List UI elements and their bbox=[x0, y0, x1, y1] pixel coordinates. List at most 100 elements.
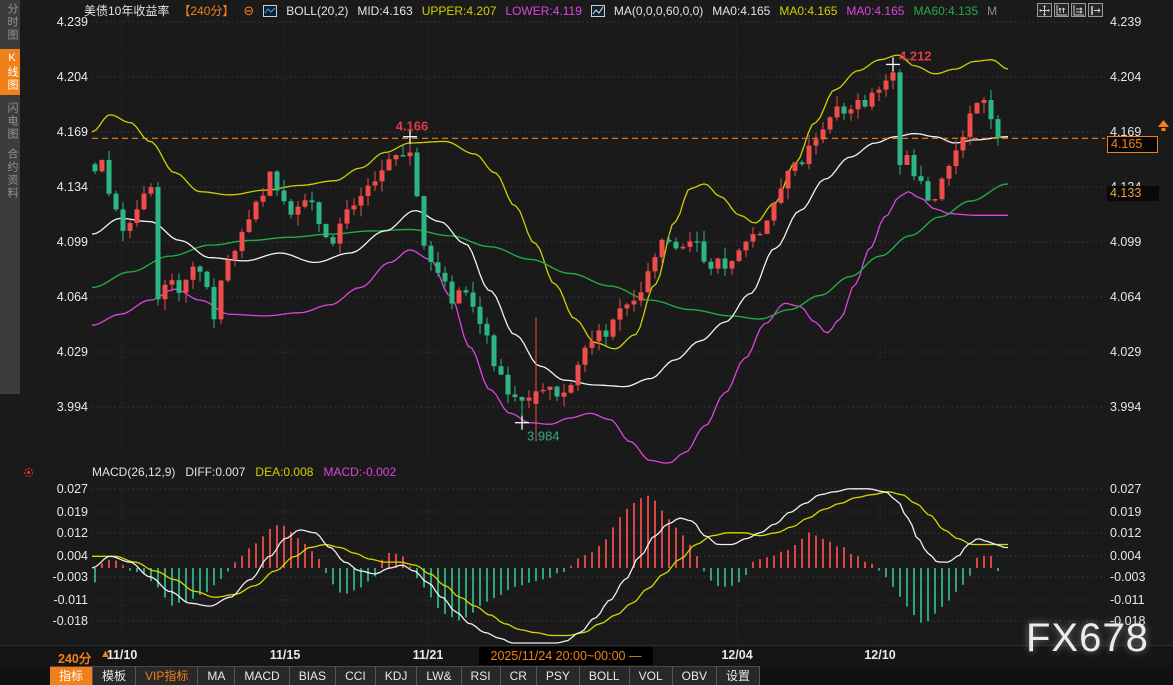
candle bbox=[884, 74, 889, 97]
ma-params: MA(0,0,0,60,0,0) bbox=[614, 4, 703, 18]
candle bbox=[135, 200, 140, 226]
toolbar-tab-指标[interactable]: 指标 bbox=[50, 666, 93, 685]
candle bbox=[492, 334, 497, 372]
boll-lower-value: LOWER:4.119 bbox=[505, 4, 581, 18]
sidebar-item-contract-info[interactable]: 合约资料 bbox=[0, 148, 20, 200]
candle bbox=[128, 220, 133, 238]
toolbar-tab-OBV[interactable]: OBV bbox=[673, 666, 717, 685]
candle bbox=[961, 130, 966, 158]
toolbar-tab-MA[interactable]: MA bbox=[198, 666, 235, 685]
candle bbox=[800, 160, 805, 166]
candlestick-series bbox=[93, 64, 1001, 441]
y-axis-label: 0.027 bbox=[1110, 481, 1166, 497]
ma-indicator-icon[interactable] bbox=[591, 5, 605, 17]
candle bbox=[485, 318, 490, 344]
main-indicator-header: 美债10年收益率 【240分】 ⊖ BOLL(20,2) MID:4.163 U… bbox=[84, 2, 997, 19]
boll-mid-value: MID:4.163 bbox=[357, 4, 412, 18]
toolbar-tab-设置[interactable]: 设置 bbox=[717, 666, 760, 685]
candle bbox=[317, 201, 322, 232]
macd-dea-value: DEA:0.008 bbox=[255, 465, 313, 479]
y-axis-label: 4.169 bbox=[34, 124, 88, 140]
sidebar-item-candlestick-chart[interactable]: K线图 bbox=[0, 49, 20, 95]
fx678-watermark: FX678 bbox=[1026, 616, 1149, 661]
macd-value: MACD:-0.002 bbox=[323, 465, 396, 479]
toolbar-tab-VIP指标[interactable]: VIP指标 bbox=[136, 666, 198, 685]
toolbar-tab-CCI[interactable]: CCI bbox=[336, 666, 376, 685]
y-axis-label: -0.011 bbox=[34, 592, 88, 608]
candle bbox=[814, 133, 819, 155]
candle bbox=[247, 210, 252, 233]
toolbar-tab-PSY[interactable]: PSY bbox=[537, 666, 580, 685]
toolbar-tab-BIAS[interactable]: BIAS bbox=[290, 666, 336, 685]
candle bbox=[338, 218, 343, 254]
sidebar-item-time-chart[interactable]: 分时图 bbox=[0, 3, 20, 42]
candle bbox=[835, 96, 840, 120]
candle bbox=[275, 170, 280, 196]
macd-histogram bbox=[95, 496, 998, 623]
candle bbox=[681, 244, 686, 250]
candle bbox=[352, 198, 357, 215]
dea-line bbox=[92, 492, 1008, 636]
candlestick-chart-canvas[interactable]: 4.1664.2123.984 bbox=[0, 0, 1173, 646]
instrument-title: 美债10年收益率 bbox=[84, 2, 169, 19]
candle bbox=[793, 162, 798, 176]
candle bbox=[730, 260, 735, 275]
candle bbox=[394, 154, 399, 166]
toolbar-tab-CR[interactable]: CR bbox=[501, 666, 537, 685]
candle bbox=[177, 274, 182, 302]
candle bbox=[576, 361, 581, 390]
pan-tool-icon[interactable] bbox=[1037, 3, 1052, 17]
y-axis-label: 3.994 bbox=[1110, 399, 1166, 415]
toolbar-tab-RSI[interactable]: RSI bbox=[462, 666, 501, 685]
sidebar-item-flash-chart[interactable]: 闪电图 bbox=[0, 102, 20, 141]
candle bbox=[695, 232, 700, 252]
candle bbox=[842, 103, 847, 120]
macd-diff-value: DIFF:0.007 bbox=[185, 465, 245, 479]
candle bbox=[611, 318, 616, 339]
y-axis-label: 4.099 bbox=[34, 234, 88, 250]
candle bbox=[975, 102, 980, 113]
candle bbox=[744, 241, 749, 257]
toolbar-tab-BOLL[interactable]: BOLL bbox=[580, 666, 630, 685]
pan-right-icon[interactable] bbox=[1088, 3, 1103, 17]
y-axis-label: 4.099 bbox=[1110, 234, 1166, 250]
toolbar-tab-MACD[interactable]: MACD bbox=[235, 666, 289, 685]
toolbar-tab-模板[interactable]: 模板 bbox=[93, 666, 136, 685]
candle bbox=[940, 177, 945, 201]
toolbar-tab-VOL[interactable]: VOL bbox=[630, 666, 673, 685]
candle bbox=[877, 87, 882, 101]
candle bbox=[240, 229, 245, 259]
boll_lower-line bbox=[92, 192, 1008, 463]
boll-indicator-icon[interactable] bbox=[263, 5, 277, 17]
zoom-x-axis-icon[interactable] bbox=[1071, 3, 1086, 17]
candle bbox=[646, 263, 651, 293]
candle bbox=[583, 345, 588, 372]
candle bbox=[268, 171, 273, 196]
high-annotation: 4.212 bbox=[899, 48, 932, 63]
candle bbox=[366, 178, 371, 206]
ma0-magenta-value: MA0:4.165 bbox=[846, 4, 904, 18]
x-axis-label: 11/21 bbox=[398, 648, 458, 662]
zoom-y-axis-icon[interactable] bbox=[1054, 3, 1069, 17]
collapse-icon[interactable]: ⊖ bbox=[243, 3, 254, 19]
candle bbox=[107, 151, 112, 196]
macd-indicator-header: MACD(26,12,9) DIFF:0.007 DEA:0.008 MACD:… bbox=[92, 464, 396, 480]
indicator-settings-icon[interactable] bbox=[21, 465, 36, 485]
candle bbox=[870, 88, 875, 110]
candle bbox=[821, 122, 826, 143]
candle bbox=[345, 200, 350, 229]
toolbar-tab-KDJ[interactable]: KDJ bbox=[376, 666, 418, 685]
y-axis-label: 4.204 bbox=[34, 69, 88, 85]
candle bbox=[996, 115, 1001, 146]
period-selector[interactable]: 240分 bbox=[58, 648, 91, 667]
y-axis-label: -0.003 bbox=[1110, 569, 1166, 585]
candle bbox=[569, 383, 574, 394]
y-axis-label: 0.019 bbox=[34, 504, 88, 520]
toolbar-tab-LW&[interactable]: LW& bbox=[417, 666, 461, 685]
secondary-price-tag: 4.133 bbox=[1107, 186, 1159, 201]
candle bbox=[954, 140, 959, 174]
candle bbox=[464, 287, 469, 296]
candle bbox=[751, 227, 756, 248]
candle bbox=[933, 199, 938, 203]
candle bbox=[121, 202, 126, 241]
